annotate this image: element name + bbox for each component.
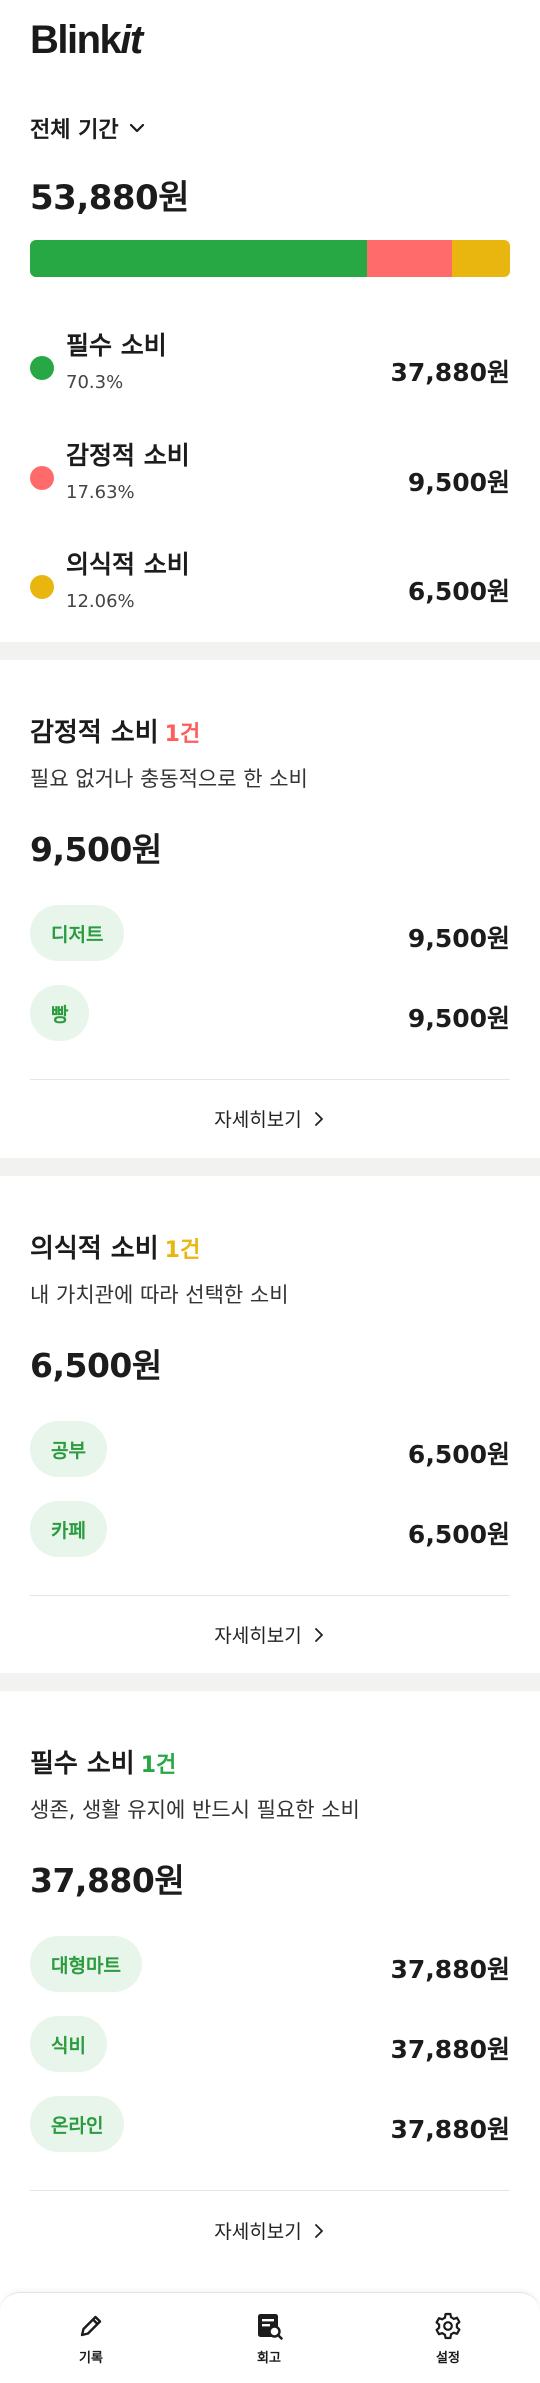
legend-item-emotional: 감정적 소비 17.63% 9,500원 [30,436,510,506]
section-description: 생존, 생활 유지에 반드시 필요한 소비 [30,1798,360,1822]
category-chip[interactable]: 빵 [30,985,90,1041]
ratio-bar-segment [452,240,510,277]
category-chip[interactable]: 온라인 [30,2096,125,2152]
section-total: 37,880원 [30,1861,185,1900]
legend-dot [30,356,54,380]
chevron-right-icon [314,1627,323,1642]
section-separator [0,1158,540,1176]
legend-amount: 9,500원 [407,468,510,497]
category-list: 공부 6,500원 카페 6,500원 [30,1421,510,1557]
section-description: 필요 없거나 충동적으로 한 소비 [30,767,308,791]
chevron-right-icon [314,2223,323,2238]
section-total: 9,500원 [30,830,162,869]
legend-amount: 37,880원 [390,358,510,387]
section-count: 1건 [164,722,201,747]
category-amount: 9,500원 [407,924,510,953]
divider [30,1079,510,1080]
nav-label: 기록 [79,2351,103,2366]
legend-percent: 12.06% [66,591,135,612]
category-amount: 37,880원 [390,2115,510,2144]
legend-amount: 6,500원 [407,577,510,606]
bottom-nav: 기록 회고 설정 [0,2292,540,2383]
nav-item-record[interactable]: 기록 [51,2311,131,2366]
app-logo: Blinkit [30,18,143,62]
ratio-bar-segment [367,240,453,277]
legend-name: 필수 소비 [66,331,167,360]
category-chip[interactable]: 식비 [30,2016,107,2072]
category-chip[interactable]: 공부 [30,1421,107,1477]
see-more-button[interactable]: 자세히보기 [0,1105,540,1132]
category-row[interactable]: 대형마트 37,880원 [30,1936,510,1992]
category-amount: 37,880원 [390,2035,510,2064]
chevron-down-icon [129,123,144,133]
section-title: 필수 소비 1건 [30,1749,177,1779]
legend-item-conscious: 의식적 소비 12.06% 6,500원 [30,545,510,615]
section-total: 6,500원 [30,1346,162,1385]
review-icon [258,2314,283,2340]
section-separator [0,1673,540,1691]
see-more-button[interactable]: 자세히보기 [0,2217,540,2244]
category-chip[interactable]: 카페 [30,1501,107,1557]
legend-percent: 17.63% [66,482,135,503]
legend-name: 의식적 소비 [66,550,190,579]
category-amount: 37,880원 [390,1955,510,1984]
gear-icon [435,2312,461,2340]
category-amount: 9,500원 [407,1004,510,1033]
divider [30,2190,510,2191]
nav-label: 회고 [257,2351,281,2366]
period-selector[interactable]: 전체 기간 [30,112,147,144]
legend-dot [30,466,54,490]
section-count: 1건 [164,1238,201,1263]
category-amount: 6,500원 [407,1520,510,1549]
section-emotional: 감정적 소비 1건 필요 없거나 충동적으로 한 소비 9,500원 [30,712,510,871]
category-row[interactable]: 빵 9,500원 [30,985,510,1041]
section-count: 1건 [140,1753,177,1778]
section-title: 감정적 소비 1건 [30,718,201,748]
category-amount: 6,500원 [407,1440,510,1469]
category-chip[interactable]: 대형마트 [30,1936,142,1992]
nav-item-review[interactable]: 회고 [229,2311,309,2366]
category-row[interactable]: 식비 37,880원 [30,2016,510,2072]
pencil-icon [80,2315,102,2337]
ratio-bar [30,240,510,277]
section-description: 내 가치관에 따라 선택한 소비 [30,1283,289,1307]
section-essential: 필수 소비 1건 생존, 생활 유지에 반드시 필요한 소비 37,880원 [30,1743,510,1902]
category-row[interactable]: 공부 6,500원 [30,1421,510,1477]
category-row[interactable]: 디저트 9,500원 [30,905,510,961]
category-row[interactable]: 온라인 37,880원 [30,2096,510,2152]
legend-item-essential: 필수 소비 70.3% 37,880원 [30,326,510,396]
period-label: 전체 기간 [30,118,119,143]
chevron-right-icon [314,1111,323,1126]
category-chip[interactable]: 디저트 [30,905,125,961]
section-separator [0,642,540,660]
see-more-button[interactable]: 자세히보기 [0,1621,540,1648]
section-conscious: 의식적 소비 1건 내 가치관에 따라 선택한 소비 6,500원 [30,1228,510,1387]
divider [30,1595,510,1596]
legend-dot [30,575,54,599]
category-list: 대형마트 37,880원 식비 37,880원 온라인 37,880원 [30,1936,510,2152]
nav-label: 설정 [436,2351,460,2366]
nav-item-settings[interactable]: 설정 [408,2311,488,2366]
total-amount: 53,880원 [30,178,189,218]
category-row[interactable]: 카페 6,500원 [30,1501,510,1557]
legend-name: 감정적 소비 [66,441,190,470]
category-list: 디저트 9,500원 빵 9,500원 [30,905,510,1041]
ratio-bar-segment [30,240,368,277]
section-title: 의식적 소비 1건 [30,1234,201,1264]
legend-percent: 70.3% [66,372,124,393]
